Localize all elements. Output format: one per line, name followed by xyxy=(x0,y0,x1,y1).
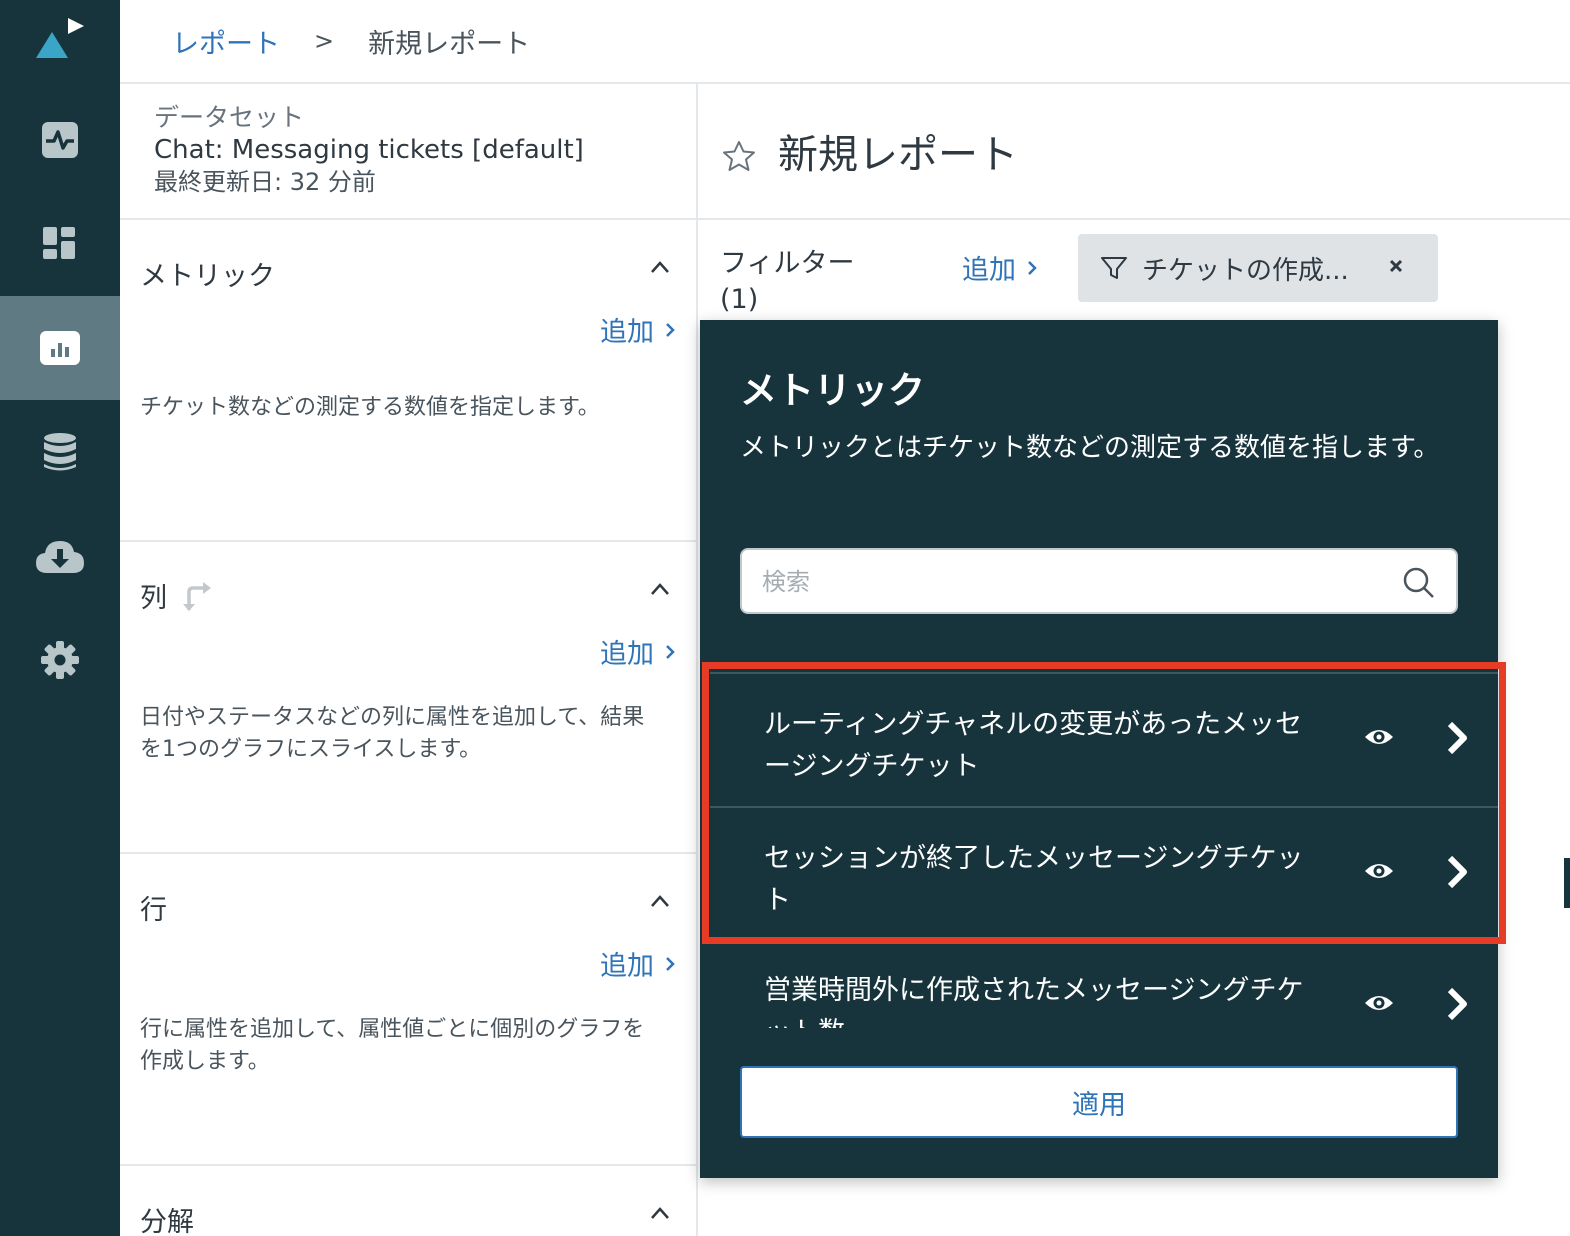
eye-icon[interactable] xyxy=(1364,726,1394,748)
metric-list: ルーティングチャネルの変更があったメッセージングチケット セッションが終了したメ… xyxy=(710,672,1498,1028)
metric-list-item[interactable]: 営業時間外に作成されたメッセージングチケット数 xyxy=(710,940,1498,1028)
filter-icon xyxy=(1101,257,1127,279)
columns-section: 列 追加 日付やステータスなどの列に属性を追加して、結果を1つのグラフにスライス… xyxy=(120,542,696,854)
metrics-add-label: 追加 xyxy=(600,317,654,348)
rows-add-label: 追加 xyxy=(600,951,654,982)
dataset-info: データセット Chat: Messaging tickets [default]… xyxy=(120,84,696,220)
chevron-up-icon[interactable] xyxy=(650,260,670,274)
metric-list-item[interactable]: ルーティングチャネルの変更があったメッセージングチケット xyxy=(710,672,1498,806)
breadcrumb-current: 新規レポート xyxy=(368,28,531,60)
dashboard-icon xyxy=(43,227,75,259)
rows-section: 行 追加 行に属性を追加して、属性値ごとに個別のグラフを作成します。 xyxy=(120,854,696,1166)
filter-pill[interactable]: チケットの作成... xyxy=(1078,234,1438,302)
columns-description: 日付やステータスなどの列に属性を追加して、結果を1つのグラフにスライスします。 xyxy=(140,705,645,762)
reports-icon xyxy=(40,331,80,365)
nav-activity[interactable] xyxy=(0,88,120,192)
dataset-label: データセット xyxy=(154,103,305,132)
report-title[interactable]: 新規レポート xyxy=(778,122,1018,180)
nav-export[interactable] xyxy=(0,504,120,608)
breadcrumb-reports-link[interactable]: レポート xyxy=(172,22,280,61)
chevron-right-icon xyxy=(1028,260,1037,275)
rows-add-button[interactable]: 追加 xyxy=(600,944,676,983)
close-icon[interactable] xyxy=(1388,258,1404,274)
metric-item-label: セッションが終了したメッセージングチケット xyxy=(764,843,1304,916)
report-header: 新規レポート xyxy=(698,84,1570,220)
nav-reports[interactable] xyxy=(0,296,120,400)
left-nav xyxy=(0,0,120,1236)
columns-title-row: 列 xyxy=(140,576,215,615)
swap-icon[interactable] xyxy=(181,580,215,612)
metrics-section: メトリック 追加 チケット数などの測定する数値を指定します。 xyxy=(120,220,696,542)
chevron-up-icon[interactable] xyxy=(650,1206,670,1220)
explode-section: 分解 xyxy=(120,1166,696,1236)
settings-icon xyxy=(41,641,79,679)
metric-search-field[interactable] xyxy=(740,548,1458,614)
columns-add-button[interactable]: 追加 xyxy=(600,632,676,671)
chevron-right-icon[interactable] xyxy=(1444,720,1470,756)
metric-item-label: 営業時間外に作成されたメッセージングチケット数 xyxy=(764,975,1304,1028)
apply-button[interactable]: 適用 xyxy=(740,1066,1458,1138)
metrics-description: チケット数などの測定する数値を指定します。 xyxy=(140,395,600,420)
dataset-name[interactable]: Chat: Messaging tickets [default] xyxy=(154,134,696,166)
metric-search-input[interactable] xyxy=(762,562,1362,602)
database-icon xyxy=(44,433,76,471)
eye-icon[interactable] xyxy=(1364,860,1394,882)
explode-title: 分解 xyxy=(140,1207,194,1236)
breadcrumb: レポート > 新規レポート xyxy=(120,0,1570,84)
metric-item-label: ルーティングチャネルの変更があったメッセージングチケット xyxy=(764,709,1303,782)
metric-list-item[interactable]: セッションが終了したメッセージングチケット xyxy=(710,806,1498,940)
columns-title: 列 xyxy=(140,583,167,614)
dataset-updated: 最終更新日: 32 分前 xyxy=(154,168,376,196)
nav-dashboard[interactable] xyxy=(0,192,120,296)
filter-add-button[interactable]: 追加 xyxy=(962,248,1038,287)
right-edge-tab xyxy=(1564,858,1570,908)
chevron-right-icon xyxy=(666,644,675,659)
chevron-right-icon[interactable] xyxy=(1444,854,1470,890)
popover-description: メトリックとはチケット数などの測定する数値を指します。 xyxy=(740,433,1440,463)
chevron-right-icon[interactable] xyxy=(1444,986,1470,1022)
config-panel: データセット Chat: Messaging tickets [default]… xyxy=(120,84,698,1236)
search-icon[interactable] xyxy=(1402,566,1436,600)
eye-icon[interactable] xyxy=(1364,992,1394,1014)
filter-pill-label: チケットの作成... xyxy=(1142,255,1349,286)
metrics-title: メトリック xyxy=(140,261,275,292)
filter-label: フィルター (1) xyxy=(720,246,854,318)
metrics-add-button[interactable]: 追加 xyxy=(600,310,676,349)
chevron-up-icon[interactable] xyxy=(650,582,670,596)
nav-settings[interactable] xyxy=(0,608,120,712)
rows-title: 行 xyxy=(140,895,167,926)
app-logo[interactable] xyxy=(30,14,90,64)
columns-add-label: 追加 xyxy=(600,639,654,670)
filter-add-label: 追加 xyxy=(962,255,1016,286)
chevron-right-icon xyxy=(666,956,675,971)
nav-datasets[interactable] xyxy=(0,400,120,504)
breadcrumb-separator: > xyxy=(314,27,335,55)
popover-title: メトリック xyxy=(740,369,925,412)
activity-icon xyxy=(42,122,78,158)
cloud-download-icon xyxy=(36,541,84,573)
chevron-up-icon[interactable] xyxy=(650,894,670,908)
metric-picker-popover: メトリック メトリックとはチケット数などの測定する数値を指します。 ルーティング… xyxy=(700,320,1498,1178)
star-icon[interactable] xyxy=(722,140,756,172)
filter-count: (1) xyxy=(720,284,759,315)
chevron-right-icon xyxy=(666,322,675,337)
filter-label-text: フィルター xyxy=(720,248,855,279)
rows-description: 行に属性を追加して、属性値ごとに個別のグラフを作成します。 xyxy=(140,1017,645,1074)
